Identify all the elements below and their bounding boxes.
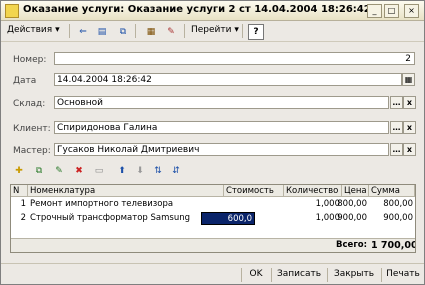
button-bar: OK Записать Закрыть Печать: [1, 263, 424, 285]
close-button[interactable]: Закрыть: [330, 267, 378, 282]
column-header[interactable]: Цена: [342, 185, 369, 197]
toolbar: Действия ▾ ⇐ ▤ ⧉ ▦ ✎ Перейти ▾ ?: [1, 21, 424, 42]
save-button[interactable]: Записать: [274, 267, 324, 282]
toolbar-separator: [69, 24, 70, 38]
delete-row-icon[interactable]: ✖: [73, 165, 85, 177]
clear-x-button[interactable]: x: [403, 121, 416, 134]
actions-label: Действия: [7, 25, 53, 35]
move-down-icon[interactable]: ⬇: [134, 165, 146, 177]
dropdown-arrow-icon: ▾: [55, 25, 60, 35]
items-table: N Номенклатура Стоимость Количество Цена…: [10, 184, 416, 253]
sort-desc-icon[interactable]: ⇵: [170, 165, 182, 177]
row-number: 2: [20, 213, 26, 223]
document-icon: [5, 4, 19, 18]
row-number: 1: [20, 199, 26, 209]
minimize-button[interactable]: _: [367, 4, 382, 18]
sum-cell[interactable]: 800,00: [369, 199, 415, 210]
button-separator: [327, 268, 328, 282]
sort-asc-icon[interactable]: ⇅: [152, 165, 164, 177]
goto-label: Перейти: [191, 25, 232, 35]
total-value: 1 700,00: [371, 240, 415, 251]
end-edit-icon[interactable]: ▭: [93, 165, 105, 177]
actions-menu[interactable]: Действия ▾: [7, 23, 60, 38]
master-label: Мастер:: [13, 146, 51, 156]
help-icon[interactable]: ?: [248, 24, 264, 40]
select-ellipsis-button[interactable]: …: [390, 121, 403, 134]
title-bar: Оказание услуги: Оказание услуги 2 ст 14…: [1, 1, 424, 21]
goto-menu[interactable]: Перейти ▾: [191, 23, 239, 38]
number-field[interactable]: 2: [54, 52, 415, 65]
window-title: Оказание услуги: Оказание услуги 2 ст 14…: [23, 4, 371, 15]
back-arrow-icon[interactable]: ⇐: [75, 24, 91, 40]
move-up-icon[interactable]: ⬆: [116, 165, 128, 177]
calendar-icon[interactable]: ▦: [402, 73, 415, 86]
select-ellipsis-button[interactable]: …: [390, 96, 403, 109]
column-header[interactable]: N: [11, 185, 28, 197]
item-cell[interactable]: Строчный трансформатор Samsung: [28, 213, 224, 224]
print-button[interactable]: Печать: [383, 267, 423, 282]
master-field[interactable]: Гусаков Николай Дмитриевич: [54, 143, 389, 156]
movements-icon[interactable]: ✎: [163, 24, 179, 40]
add-row-copy-icon[interactable]: ⧉: [33, 165, 45, 177]
column-header[interactable]: Количество: [284, 185, 342, 197]
document-window: Оказание услуги: Оказание услуги 2 ст 14…: [0, 0, 425, 285]
column-header[interactable]: Номенклатура: [28, 185, 224, 197]
maximize-button[interactable]: □: [384, 4, 399, 18]
button-separator: [381, 268, 382, 282]
warehouse-field[interactable]: Основной: [54, 96, 389, 109]
close-window-button[interactable]: ×: [404, 4, 419, 18]
cost-cell-selected[interactable]: 600,0: [201, 212, 255, 225]
select-ellipsis-button[interactable]: …: [390, 143, 403, 156]
date-label: Дата: [13, 76, 37, 86]
dropdown-arrow-icon: ▾: [234, 25, 239, 35]
button-separator: [241, 268, 242, 282]
clear-x-button[interactable]: x: [403, 143, 416, 156]
toolbar-separator: [135, 24, 136, 38]
total-row: Всего: 1 700,00: [11, 238, 415, 252]
price-cell[interactable]: 900,00: [329, 213, 369, 224]
clear-x-button[interactable]: x: [403, 96, 416, 109]
cost-cell[interactable]: [224, 199, 284, 210]
button-separator: [271, 268, 272, 282]
date-field[interactable]: 14.04.2004 18:26:42: [54, 73, 402, 86]
warehouse-label: Склад:: [13, 99, 46, 109]
sum-cell[interactable]: 900,00: [369, 213, 415, 224]
number-label: Номер:: [13, 55, 47, 65]
toolbar-separator: [184, 24, 185, 38]
client-field[interactable]: Спиридонова Галина: [54, 121, 389, 134]
total-label: Всего:: [336, 240, 367, 250]
toolbar-separator: [242, 24, 243, 38]
add-row-icon[interactable]: ✚: [13, 165, 25, 177]
client-label: Клиент:: [13, 124, 51, 134]
post-document-icon[interactable]: ▦: [143, 24, 159, 40]
related-documents-icon[interactable]: ⧉: [115, 24, 131, 40]
edit-row-icon[interactable]: ✎: [53, 165, 65, 177]
column-header[interactable]: Сумма: [369, 185, 415, 197]
column-header[interactable]: Стоимость: [224, 185, 284, 197]
ok-button[interactable]: OK: [244, 267, 268, 282]
price-cell[interactable]: 800,00: [329, 199, 369, 210]
item-cell[interactable]: Ремонт импортного телевизора: [28, 199, 224, 210]
document-structure-icon[interactable]: ▤: [94, 24, 110, 40]
